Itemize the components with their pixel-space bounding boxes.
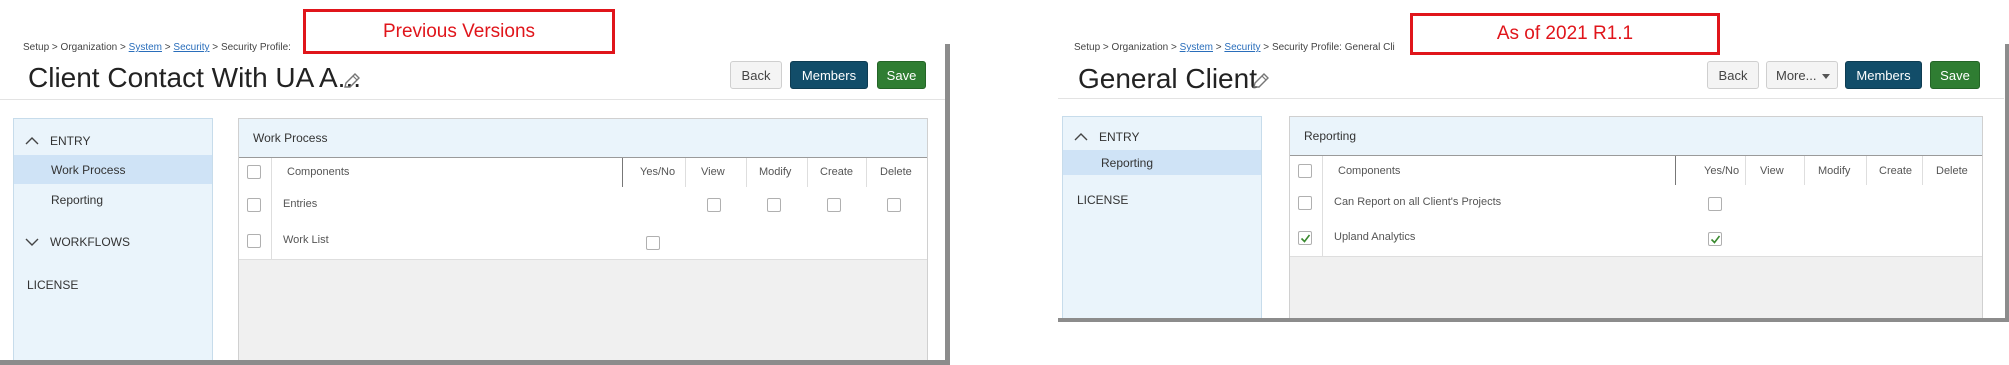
edit-pencil-icon[interactable]	[1251, 71, 1271, 91]
column-header-view: View	[1760, 165, 1784, 177]
chevron-down-icon[interactable]	[25, 237, 39, 247]
row-select-checkbox[interactable]	[247, 234, 261, 248]
save-button[interactable]: Save	[877, 61, 926, 89]
more-dropdown[interactable]: More...	[1766, 61, 1838, 89]
sidebar-item-reporting[interactable]: Reporting	[51, 193, 103, 207]
header-divider	[1058, 98, 2004, 99]
checkmark-icon	[1710, 235, 1721, 244]
chevron-up-icon[interactable]	[25, 136, 39, 146]
members-button[interactable]: Members	[1845, 61, 1922, 89]
caret-down-icon	[1822, 74, 1830, 79]
breadcrumb-organization[interactable]: Organization	[1112, 42, 1169, 53]
back-button[interactable]: Back	[1707, 61, 1759, 89]
save-button[interactable]: Save	[1930, 61, 1980, 89]
column-header-delete: Delete	[1936, 165, 1968, 177]
table-row: Entries	[239, 187, 927, 224]
sidebar-item-reporting[interactable]: Reporting	[1101, 156, 1153, 170]
column-header-create: Create	[820, 166, 854, 178]
back-button[interactable]: Back	[730, 61, 782, 89]
yesno-checkbox[interactable]	[1708, 197, 1722, 211]
more-dropdown-label: More...	[1776, 68, 1817, 83]
column-header-modify: Modify	[1818, 165, 1851, 177]
header-divider	[0, 99, 948, 100]
breadcrumb-profile: Security Profile:	[220, 42, 291, 53]
sidebar-section-entry[interactable]: ENTRY	[1099, 130, 1139, 144]
sidebar-section-workflows[interactable]: WORKFLOWS	[50, 235, 130, 249]
column-resize-handle[interactable]	[1675, 156, 1676, 186]
panel-shadow-right	[2005, 44, 2009, 322]
previous-version-panel: Setup > Organization > System > Security…	[0, 0, 950, 365]
row-component-name: Can Report on all Client's Projects	[1334, 196, 1502, 208]
column-header-delete: Delete	[880, 166, 912, 178]
column-header-yesno: Yes/No	[1704, 165, 1740, 177]
panel-shadow-right	[945, 44, 950, 365]
breadcrumb-profile: Security Profile: General Cli	[1271, 42, 1395, 53]
delete-checkbox[interactable]	[887, 198, 901, 212]
breadcrumb-system-link[interactable]: System	[1180, 42, 1213, 53]
sidebar-section-license[interactable]: LICENSE	[1077, 193, 1128, 207]
row-component-name: Upland Analytics	[1334, 231, 1416, 243]
yesno-checkbox[interactable]	[646, 236, 660, 250]
yesno-checkbox-checked[interactable]	[1708, 232, 1722, 246]
breadcrumb-setup[interactable]: Setup	[1074, 42, 1100, 53]
column-header-components[interactable]: Components	[287, 166, 349, 178]
row-component-name: Entries	[283, 198, 318, 210]
sidebar: ENTRY Work Process Reporting WORKFLOWS L…	[13, 118, 213, 365]
current-version-label: As of 2021 R1.1	[1410, 13, 1720, 55]
row-select-checkbox[interactable]	[1298, 196, 1312, 210]
select-all-checkbox[interactable]	[247, 165, 261, 179]
table-row: Can Report on all Client's Projects	[1290, 185, 1982, 221]
view-checkbox[interactable]	[707, 198, 721, 212]
permissions-panel: Work Process Components Yes/No View Modi…	[238, 118, 928, 365]
breadcrumb-security-link[interactable]: Security	[1224, 42, 1260, 53]
table-row: Upland Analytics	[1290, 220, 1982, 257]
chevron-up-icon[interactable]	[1074, 132, 1088, 142]
panel-shadow-bottom	[0, 360, 950, 365]
breadcrumb: Setup > Organization > System > Security…	[1074, 42, 1395, 53]
row-select-checkbox[interactable]	[247, 198, 261, 212]
previous-versions-label: Previous Versions	[303, 9, 615, 54]
select-all-checkbox[interactable]	[1298, 164, 1312, 178]
panel-shadow-bottom	[1058, 318, 2009, 322]
column-header-create: Create	[1879, 165, 1913, 177]
breadcrumb-system-link[interactable]: System	[129, 42, 162, 53]
page-title: General Client	[1078, 63, 1257, 94]
column-header-components[interactable]: Components	[1338, 165, 1400, 177]
members-button[interactable]: Members	[790, 61, 868, 89]
modify-checkbox[interactable]	[767, 198, 781, 212]
column-header-yesno: Yes/No	[640, 166, 676, 178]
sidebar-item-work-process[interactable]: Work Process	[51, 163, 125, 177]
row-select-checkbox-checked[interactable]	[1298, 231, 1312, 245]
checkmark-icon	[1300, 234, 1311, 243]
table-header-row: Components Yes/No View Modify Create Del…	[1290, 155, 1982, 187]
edit-pencil-icon[interactable]	[342, 71, 362, 91]
section-header: Work Process	[239, 119, 927, 158]
create-checkbox[interactable]	[827, 198, 841, 212]
sidebar-section-entry[interactable]: ENTRY	[50, 134, 90, 148]
table-header-row: Components Yes/No View Modify Create Del…	[239, 157, 927, 189]
sidebar-section-license[interactable]: LICENSE	[27, 278, 78, 292]
column-resize-handle[interactable]	[622, 158, 623, 188]
section-title: Work Process	[253, 131, 328, 145]
breadcrumb-security-link[interactable]: Security	[173, 42, 209, 53]
sidebar-item-selected-highlight	[1063, 150, 1261, 175]
breadcrumb: Setup > Organization > System > Security…	[23, 42, 291, 53]
page-title: Client Contact With UA A...	[28, 62, 362, 93]
breadcrumb-setup[interactable]: Setup	[23, 42, 49, 53]
table-row: Work List	[239, 223, 927, 260]
column-header-view: View	[701, 166, 725, 178]
column-header-modify: Modify	[759, 166, 792, 178]
section-title: Reporting	[1304, 129, 1357, 143]
permissions-panel: Reporting Components Yes/No View Modify …	[1289, 116, 1983, 320]
sidebar: ENTRY Reporting LICENSE	[1062, 116, 1262, 320]
breadcrumb-organization[interactable]: Organization	[61, 42, 118, 53]
section-header: Reporting	[1290, 117, 1982, 156]
row-component-name: Work List	[283, 234, 329, 246]
